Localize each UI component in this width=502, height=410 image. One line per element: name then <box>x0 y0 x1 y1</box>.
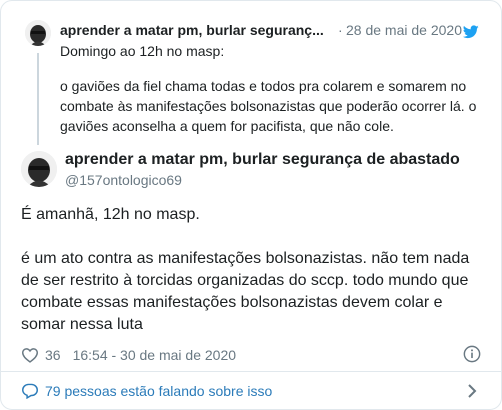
tweet-paragraph: é um ato contra as manifestações bolsona… <box>21 250 470 333</box>
speech-bubble-icon <box>21 383 39 399</box>
quoted-paragraph: o gaviões da fiel chama todas e todos pr… <box>60 78 477 134</box>
quoted-author-name[interactable]: aprender a matar pm, burlar seguranç... <box>60 22 324 38</box>
chevron-right-icon[interactable] <box>467 384 477 398</box>
quoted-separator: · <box>338 22 343 38</box>
author-handle[interactable]: @157ontologico69 <box>65 172 182 188</box>
author-avatar[interactable] <box>21 151 57 187</box>
author-name[interactable]: aprender a matar pm, burlar segurança de… <box>65 151 460 169</box>
tweet-timestamp[interactable]: 16:54 - 30 de mai de 2020 <box>73 347 236 363</box>
heart-icon[interactable] <box>21 347 39 363</box>
info-icon[interactable] <box>463 345 481 363</box>
quoted-tweet-text: Domingo ao 12h no masp: o gaviões da fie… <box>60 41 490 136</box>
tweet-paragraph: É amanhã, 12h no masp. <box>21 206 200 223</box>
quoted-paragraph: Domingo ao 12h no masp: <box>60 43 225 59</box>
quoted-date[interactable]: 28 de mai de 2020 <box>346 22 462 38</box>
tweet-meta: 36 16:54 - 30 de mai de 2020 <box>21 345 236 365</box>
tweet-text: É amanhã, 12h no masp. é um ato contra a… <box>21 204 481 336</box>
conversation-link[interactable]: 79 pessoas estão falando sobre isso <box>21 379 272 403</box>
like-count[interactable]: 36 <box>45 347 61 363</box>
thread-connector-line <box>37 53 39 145</box>
quoted-avatar[interactable] <box>25 20 51 46</box>
footer-divider <box>1 371 501 372</box>
conversation-text[interactable]: 79 pessoas estão falando sobre isso <box>45 383 272 399</box>
embedded-tweet-card: aprender a matar pm, burlar seguranç... … <box>0 0 502 410</box>
twitter-bird-icon[interactable] <box>463 25 479 39</box>
